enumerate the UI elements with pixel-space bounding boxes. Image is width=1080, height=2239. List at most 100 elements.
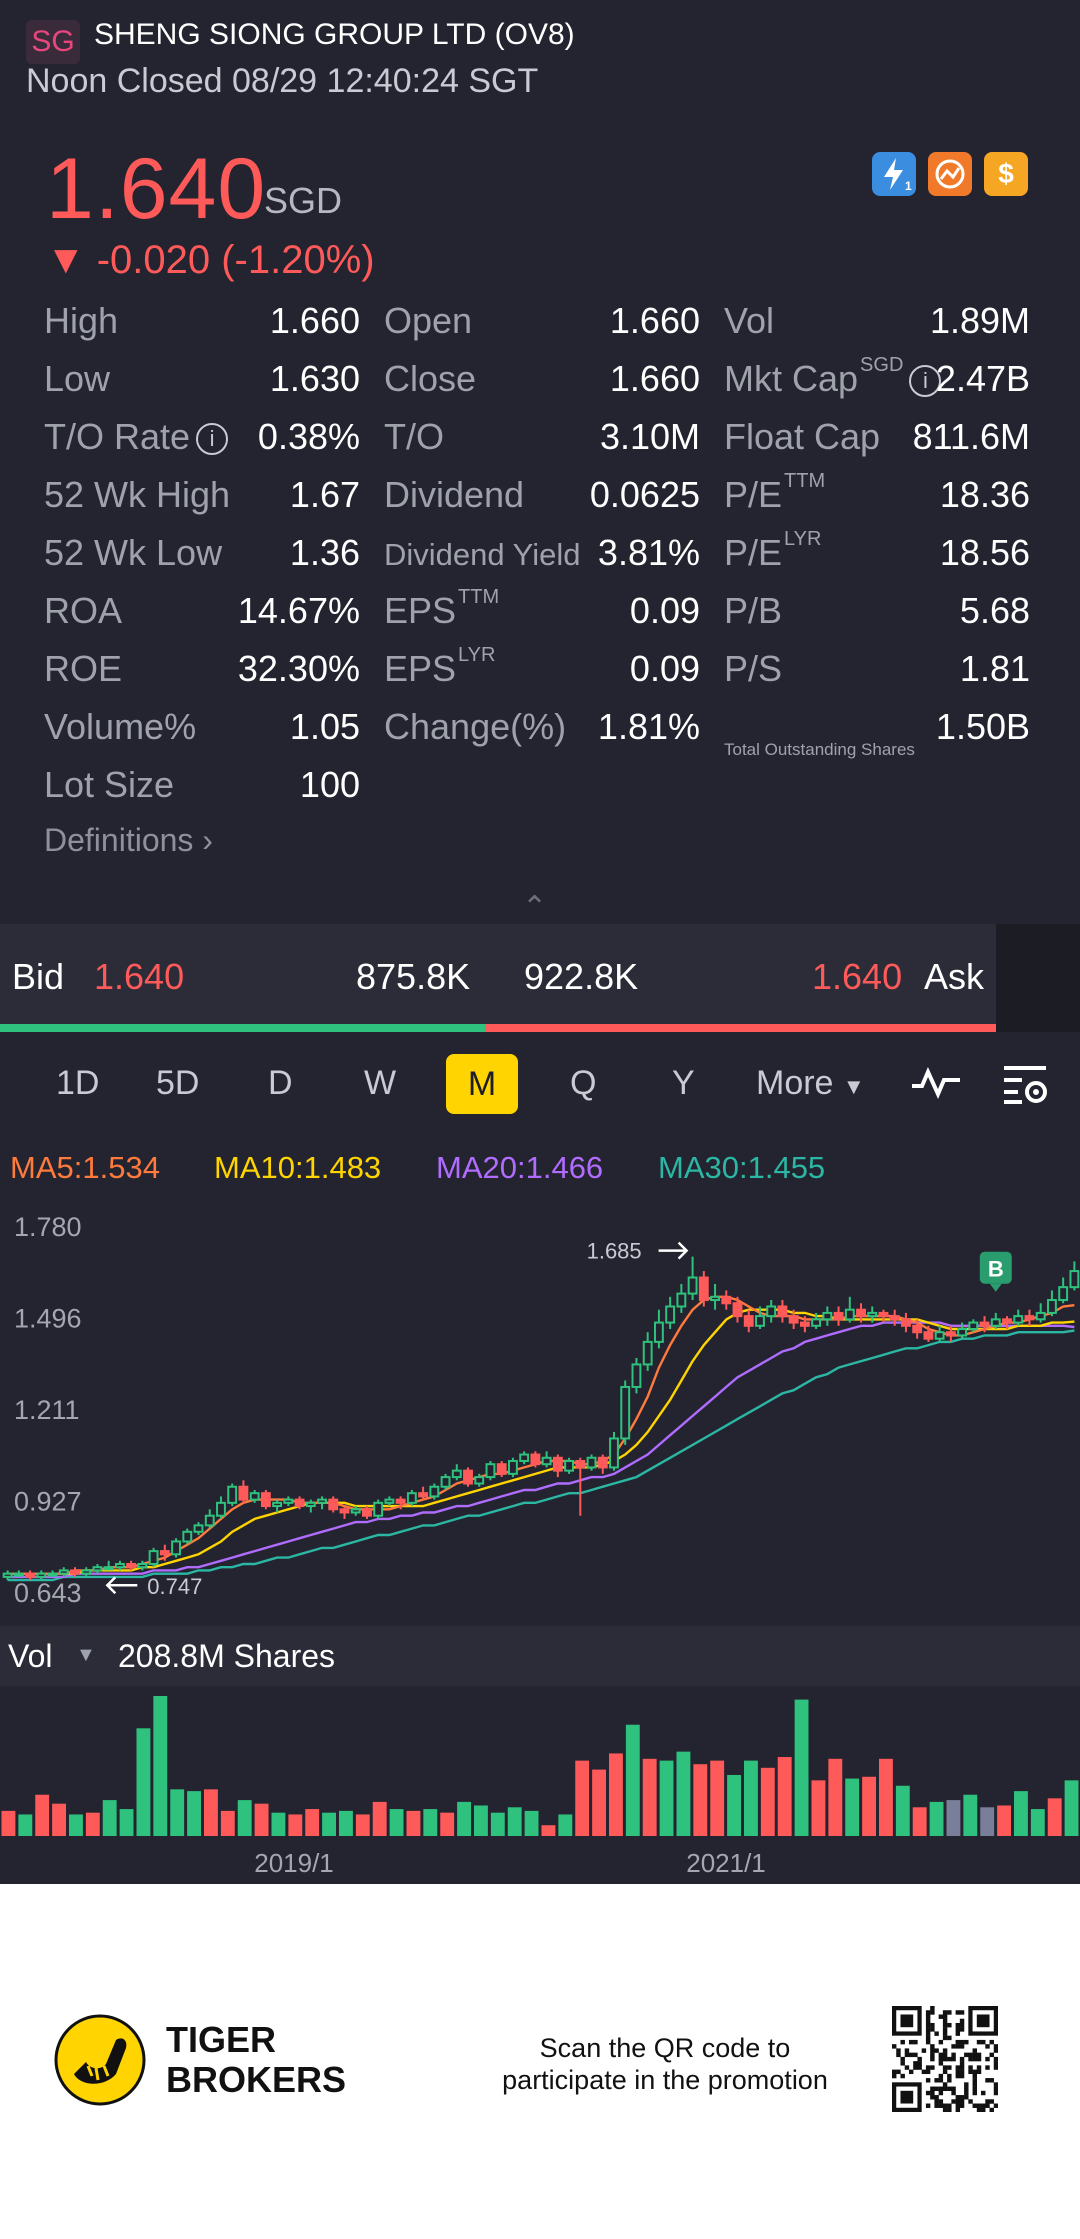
tab-w[interactable]: W [364,1064,396,1103]
chart-settings-icon[interactable] [1000,1062,1052,1115]
candle-body [653,1321,664,1343]
qr-module [968,2069,973,2075]
tiger-logo-icon [54,2014,146,2106]
qr-module [900,2073,905,2079]
ma5-label: MA5:1.534 [10,1150,160,1185]
volume-bar [997,1805,1011,1836]
tab-5d[interactable]: 5D [156,1064,199,1103]
qr-module [930,2048,935,2053]
candle-body [350,1508,361,1514]
candle-body [687,1276,698,1295]
period-tabs: 1D 5D D W M Q Y More ▼ [0,1040,1080,1136]
caret-down-icon[interactable]: ▼ [76,1644,96,1667]
ask-section[interactable]: 922.8K 1.640 Ask [494,924,996,1032]
qr-module [972,2082,977,2087]
arrow-right-icon [658,1241,689,1260]
volume-chart[interactable]: 2019/1 2021/1 [0,1686,1080,1884]
ma5-line [7,1295,1075,1575]
qr-module [976,2065,982,2070]
qr-module [930,2022,935,2028]
qr-module [930,2052,935,2058]
candle-body [743,1315,754,1327]
dollar-icon[interactable]: $ [984,152,1028,196]
qr-module [938,2061,944,2066]
indicator-icon[interactable] [908,1062,964,1111]
candle-body [2,1572,13,1578]
qr-module [955,2107,961,2112]
candle-body [451,1469,462,1479]
qr-finder [900,2014,914,2028]
qr-module [925,2103,931,2108]
tab-d[interactable]: D [268,1064,293,1103]
ma20-line [7,1321,1075,1579]
volume-bar [18,1814,33,1836]
qr-module [968,2056,973,2062]
volume-bar [237,1800,252,1836]
qr-module [925,2069,931,2075]
definitions-link[interactable]: Definitions › [44,822,213,859]
ask-size: 922.8K [524,956,639,997]
qr-module [993,2056,998,2062]
candle-body [889,1315,900,1321]
tab-1d[interactable]: 1D [56,1064,99,1103]
volume-bar [794,1699,809,1836]
candle-body [878,1311,889,1318]
qr-module [896,2052,901,2058]
qr-module [947,2103,952,2108]
candle-body [429,1485,440,1498]
ma30-line [7,1329,1075,1582]
qr-module [972,2069,977,2075]
candle-body [811,1318,822,1327]
qr-module [968,2099,973,2104]
tab-q[interactable]: Q [570,1064,596,1103]
qr-module [934,2103,939,2108]
lightning-level1-icon[interactable]: 1 [872,152,916,196]
price-chart[interactable]: 1.780 1.496 1.211 0.927 0.643 1.685 0.747 B [0,1200,1080,1626]
qr-module [959,2073,965,2079]
volume-bar [85,1812,100,1836]
candle-body [979,1321,990,1327]
qr-module [934,2095,939,2100]
qr-module [938,2099,944,2104]
qr-module [976,2069,982,2075]
bid-section[interactable]: Bid 1.640 875.8K [0,924,492,1032]
qr-module [951,2099,956,2104]
candle-body [665,1305,676,1324]
tab-more[interactable]: More ▼ [756,1064,865,1103]
candle-body [216,1501,226,1517]
volume-label[interactable]: Vol [8,1638,52,1675]
qr-finder [900,2090,914,2104]
tab-y[interactable]: Y [672,1064,695,1103]
qr-code[interactable] [892,2006,998,2112]
qr-module [985,2065,990,2070]
qr-module [947,2107,952,2112]
qr-module [976,2056,982,2062]
y-tick-label: 0.927 [14,1487,82,1517]
promo-footer: TIGER BROKERS Scan the QR code to partic… [0,1884,1080,2239]
candle-body [1024,1315,1035,1321]
bid-ask-panel: Bid 1.640 875.8K 922.8K 1.640 Ask [0,924,1080,1032]
volume-bar [676,1751,691,1836]
y-tick-label: 1.780 [14,1212,82,1242]
collapse-icon[interactable]: ⌃ [522,890,547,925]
volume-bar [372,1801,387,1836]
qr-module [955,2065,961,2070]
candle-body [957,1328,968,1337]
low-annotation: 0.747 [147,1574,202,1599]
tab-m[interactable]: M [446,1054,518,1114]
candle-body [294,1498,305,1508]
stat-col3-1: Mkt Cap SGDi 2.47B [44,354,1044,414]
volume-bar [777,1757,792,1836]
qr-module [921,2048,927,2053]
qr-module [951,2052,956,2058]
candle-body [676,1292,687,1308]
options-icon[interactable] [928,152,972,196]
stat-value: 1.50B [935,706,1030,747]
qr-module [913,2065,918,2070]
stat-value: 2.47B [935,358,1030,399]
volume-bar [1014,1791,1028,1836]
volume-bar [811,1780,826,1836]
caret-down-icon: ▼ [842,1074,865,1099]
candle-body [1035,1311,1046,1321]
stat-superscript: SGD [860,354,904,376]
